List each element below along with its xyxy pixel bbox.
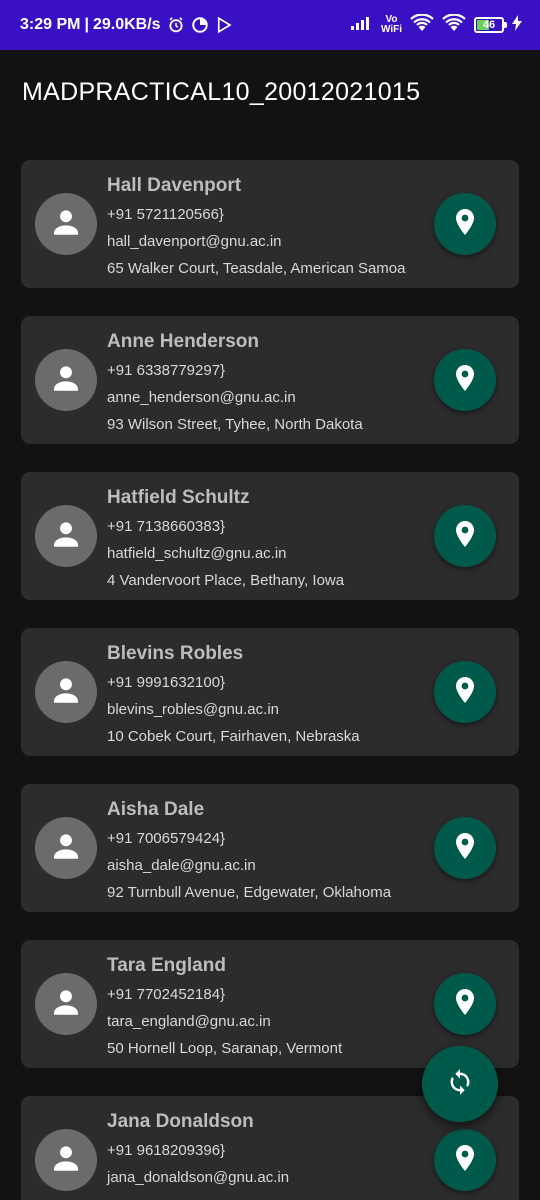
avatar	[35, 661, 97, 723]
contact-address: 93 Wilson Street, Tyhee, North Dakota	[107, 416, 363, 433]
person-icon	[49, 1141, 83, 1180]
contact-card[interactable]: Blevins Robles +91 9991632100} blevins_rob…	[21, 628, 519, 756]
contact-address: 50 Hornell Loop, Saranap, Vermont	[107, 1040, 343, 1057]
contact-phone: +91 5721120566}	[107, 206, 224, 223]
contact-address: 92 Turnbull Avenue, Edgewater, Oklahoma	[107, 884, 392, 901]
contact-card[interactable]: Hall Davenport +91 5721120566} hall_davenp…	[21, 160, 519, 288]
contact-card[interactable]: Hatfield Schultz +91 7138660383} hatfield_…	[21, 472, 519, 600]
contact-name: Hatfield Schultz	[107, 487, 250, 508]
alarm-icon	[167, 16, 185, 34]
contact-name: Anne Henderson	[107, 331, 260, 352]
avatar	[35, 193, 97, 255]
location-pin-icon	[453, 520, 477, 553]
contact-list[interactable]: Hall Davenport +91 5721120566} hall_davenp…	[0, 134, 540, 1200]
avatar	[35, 505, 97, 567]
vowifi-indicator: Vo WiFi	[381, 15, 402, 35]
network-speed: 29.0KB/s	[92, 16, 161, 33]
contact-email: anne_henderson@gnu.ac.in	[107, 389, 296, 406]
contact-name: Aisha Dale	[107, 799, 205, 820]
contact-phone: +91 6338779297}	[107, 362, 226, 379]
contact-phone: +91 9991632100}	[107, 674, 226, 691]
battery-icon: 46	[474, 17, 507, 33]
status-separator: |	[84, 16, 89, 33]
contact-email: blevins_robles@gnu.ac.in	[107, 701, 279, 718]
contact-email: aisha_dale@gnu.ac.in	[107, 857, 256, 874]
status-time: 3:29 PM	[20, 16, 81, 33]
status-right: Vo WiFi 46	[350, 13, 522, 37]
contact-card[interactable]: Anne Henderson +91 6338779297} anne_hender…	[21, 316, 519, 444]
contact-email: tara_england@gnu.ac.in	[107, 1013, 271, 1030]
signal-icon	[350, 16, 373, 35]
contact-email: hall_davenport@gnu.ac.in	[107, 233, 282, 250]
open-map-button[interactable]	[434, 193, 496, 255]
avatar	[35, 1129, 97, 1191]
contact-phone: +91 7702452184}	[107, 986, 226, 1003]
contact-name: Blevins Robles	[107, 643, 244, 664]
person-icon	[49, 673, 83, 712]
vowifi-bottom: WiFi	[380, 24, 402, 35]
contact-email: hatfield_schultz@gnu.ac.in	[107, 545, 287, 562]
status-left: 3:29 PM | 29.0KB/s	[20, 16, 233, 34]
person-icon	[49, 829, 83, 868]
contact-phone: +91 9618209396}	[107, 1142, 226, 1159]
contact-name: Tara England	[107, 955, 226, 976]
battery-level: 46	[482, 19, 496, 31]
person-icon	[49, 361, 83, 400]
open-map-button[interactable]	[434, 661, 496, 723]
person-icon	[49, 985, 83, 1024]
app-bar: MADPRACTICAL10_20012021015	[0, 50, 540, 134]
contact-email: jana_donaldson@gnu.ac.in	[107, 1169, 290, 1186]
location-pin-icon	[453, 1144, 477, 1177]
contact-card[interactable]: Aisha Dale +91 7006579424} aisha_dale@gnu.…	[21, 784, 519, 912]
refresh-icon	[446, 1068, 474, 1101]
contact-address: 4 Vandervoort Place, Bethany, Iowa	[107, 572, 345, 589]
wifi-icon	[410, 13, 434, 37]
contact-address: 10 Cobek Court, Fairhaven, Nebraska	[107, 728, 360, 745]
data-saver-icon	[191, 16, 209, 34]
person-icon	[49, 205, 83, 244]
contact-address: 65 Walker Court, Teasdale, American Samo…	[107, 260, 406, 277]
open-map-button[interactable]	[434, 349, 496, 411]
avatar	[35, 349, 97, 411]
open-map-button[interactable]	[434, 1129, 496, 1191]
refresh-fab[interactable]	[422, 1046, 498, 1122]
avatar	[35, 817, 97, 879]
open-map-button[interactable]	[434, 973, 496, 1035]
location-pin-icon	[453, 676, 477, 709]
open-map-button[interactable]	[434, 817, 496, 879]
location-pin-icon	[453, 364, 477, 397]
hotspot-icon	[442, 13, 466, 37]
status-bar: 3:29 PM | 29.0KB/s Vo WiFi 46	[0, 0, 540, 50]
avatar	[35, 973, 97, 1035]
contact-name: Jana Donaldson	[107, 1111, 254, 1132]
contact-name: Hall Davenport	[107, 175, 242, 196]
location-pin-icon	[453, 832, 477, 865]
app-title: MADPRACTICAL10_20012021015	[22, 78, 421, 106]
location-pin-icon	[453, 208, 477, 241]
open-map-button[interactable]	[434, 505, 496, 567]
charging-icon	[512, 14, 522, 36]
person-icon	[49, 517, 83, 556]
location-pin-icon	[453, 988, 477, 1021]
contact-phone: +91 7138660383}	[107, 518, 226, 535]
play-icon	[215, 16, 233, 34]
contact-phone: +91 7006579424}	[107, 830, 226, 847]
